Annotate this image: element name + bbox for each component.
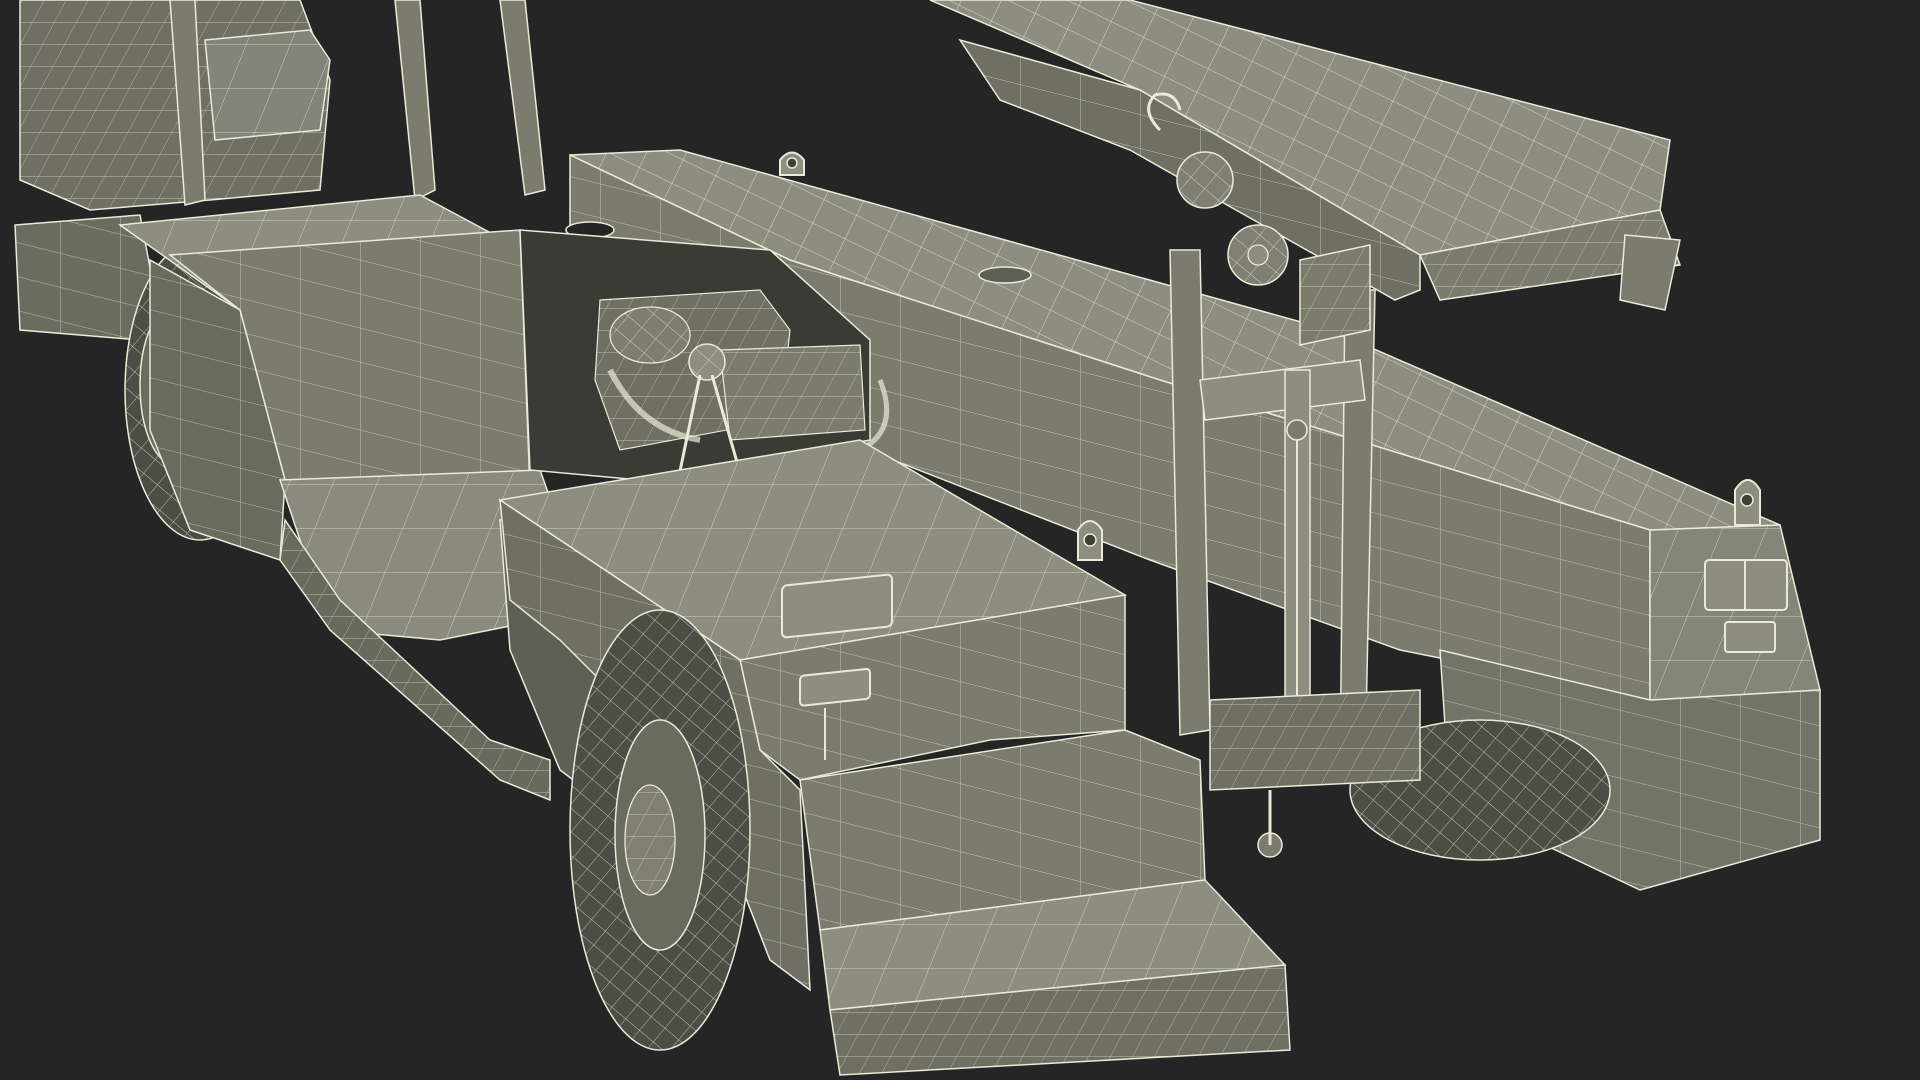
front-left-wheel	[569, 609, 751, 1051]
wireframe-scene	[0, 0, 1920, 1080]
viewport	[0, 0, 1920, 1080]
